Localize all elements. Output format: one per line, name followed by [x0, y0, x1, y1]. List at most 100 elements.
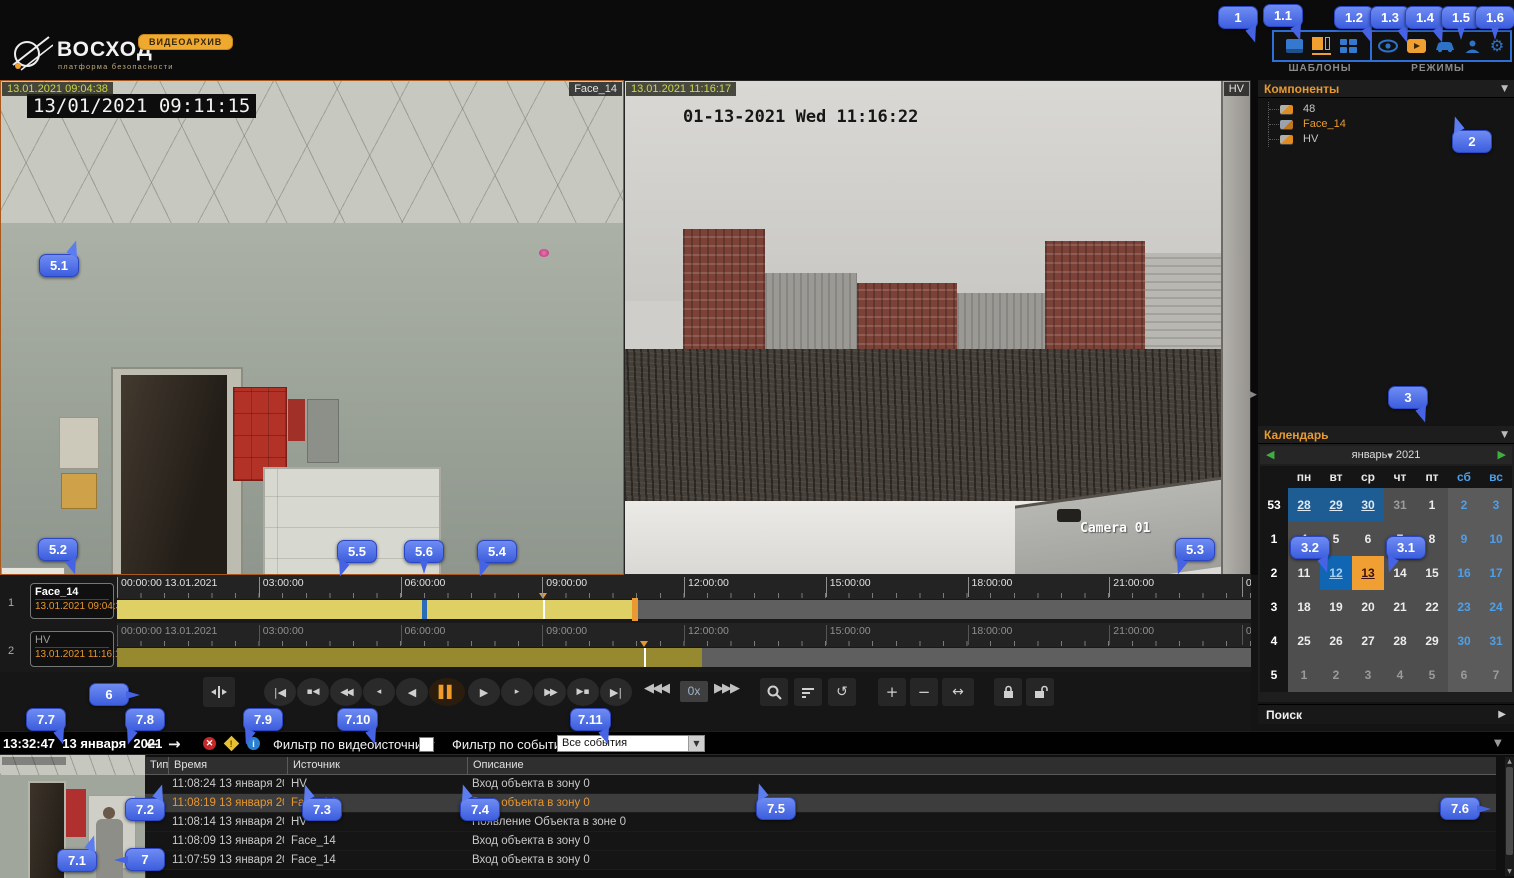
event-filter-dropdown[interactable]: Все события ▼	[557, 735, 705, 752]
tree-item-48[interactable]: 48	[1268, 102, 1508, 117]
calendar-day[interactable]: 19	[1320, 590, 1352, 624]
settings-gear-icon[interactable]: ⚙	[1490, 39, 1504, 53]
column-header-type[interactable]: Тип	[145, 757, 168, 774]
calendar-day[interactable]: 26	[1320, 624, 1352, 658]
panel-collapse-icon[interactable]: ▶	[1250, 390, 1257, 400]
playhead-line[interactable]	[644, 648, 646, 667]
calendar-day[interactable]: 28	[1384, 624, 1416, 658]
calendar-day[interactable]: 11	[1288, 556, 1320, 590]
filter-source-checkbox[interactable]	[419, 737, 434, 752]
calendar-day[interactable]: 25	[1288, 624, 1320, 658]
fast-forward-button[interactable]: ▶▶	[534, 678, 566, 706]
calendar-day[interactable]: 30	[1352, 488, 1384, 522]
calendar-day[interactable]: 1	[1288, 658, 1320, 692]
next-fragment-button[interactable]: ▶▪	[567, 678, 599, 706]
calendar-day[interactable]: 2	[1320, 658, 1352, 692]
reset-view-button[interactable]: ↺	[828, 678, 856, 706]
timeline-track-1[interactable]	[117, 600, 1251, 619]
calendar-day[interactable]: 10	[1480, 522, 1512, 556]
column-header-source[interactable]: Источник	[287, 757, 467, 774]
timeline-ruler-1[interactable]: 00:00:00 13.01.202103:00:0006:00:0009:00…	[117, 575, 1251, 599]
step-forward-button[interactable]: ▸	[501, 678, 533, 706]
calendar-day[interactable]: 6	[1448, 658, 1480, 692]
lock-button[interactable]	[994, 678, 1022, 706]
event-row[interactable]: 11:08:14 13 января 2021HVПоявление Объек…	[145, 813, 1496, 832]
layout-dual-icon[interactable]	[1312, 37, 1331, 55]
pause-button[interactable]: ▌▌	[429, 678, 465, 706]
scroll-up-icon[interactable]: ▲	[1505, 758, 1514, 765]
scrollbar-thumb[interactable]	[1506, 767, 1513, 855]
speed-faster-button[interactable]: ▶▶▶	[714, 681, 738, 696]
calendar-day[interactable]: 29	[1320, 488, 1352, 522]
dropdown-arrow-icon[interactable]: ▼	[688, 736, 704, 751]
step-back-button[interactable]: ◂	[363, 678, 395, 706]
calendar-day[interactable]: 30	[1448, 624, 1480, 658]
calendar-day[interactable]: 3	[1480, 488, 1512, 522]
layout-quad-icon[interactable]	[1340, 39, 1357, 53]
panel-divider[interactable]: ▶	[1251, 80, 1258, 575]
calendar-day[interactable]: 1	[1416, 488, 1448, 522]
jump-to-end-button[interactable]: ▶|	[600, 678, 632, 706]
timeline-row2-label[interactable]: HV 13.01.2021 11:16:17	[30, 631, 114, 667]
calendar-day[interactable]: 7	[1480, 658, 1512, 692]
components-panel-header[interactable]: ▼ Компоненты	[1258, 80, 1514, 98]
search-section-header[interactable]: ▶ Поиск	[1258, 704, 1514, 724]
fit-width-button[interactable]: ↔	[942, 678, 974, 706]
calendar-year[interactable]: 2021	[1396, 449, 1420, 461]
calendar-day[interactable]: 27	[1352, 624, 1384, 658]
calendar-day[interactable]: 28	[1288, 488, 1320, 522]
panel-dropdown-icon[interactable]: ▼	[1494, 738, 1502, 749]
calendar-day[interactable]: 4	[1384, 658, 1416, 692]
camera-tile-face14[interactable]: 13.01.2021 09:04:38 Face_14 13/01/2021 0…	[0, 80, 624, 575]
layout-single-icon[interactable]	[1286, 39, 1303, 53]
live-view-eye-icon[interactable]	[1378, 39, 1398, 53]
event-row[interactable]: 11:07:59 13 января 2021Face_14Вход объек…	[145, 851, 1496, 870]
rewind-button[interactable]: ◀◀	[330, 678, 362, 706]
warning-filter-icon[interactable]: !	[224, 736, 240, 752]
zoom-out-button[interactable]: −	[910, 678, 938, 706]
calendar-day[interactable]: 18	[1288, 590, 1320, 624]
playhead-line[interactable]	[543, 600, 545, 619]
jump-to-start-button[interactable]: |◀	[264, 678, 296, 706]
calendar-day[interactable]: 9	[1448, 522, 1480, 556]
events-scrollbar[interactable]: ▲ ▼	[1505, 757, 1514, 876]
month-dropdown-icon[interactable]: ▼	[1387, 452, 1392, 460]
timeline-row1-label[interactable]: Face_14 13.01.2021 09:04:38	[30, 583, 114, 619]
calendar-day[interactable]: 24	[1480, 590, 1512, 624]
calendar-day[interactable]: 13	[1352, 556, 1384, 590]
prev-month-icon[interactable]: ◀	[1266, 446, 1274, 464]
prev-event-button[interactable]: ←	[146, 735, 159, 753]
next-month-icon[interactable]: ▶	[1498, 446, 1506, 464]
calendar-day[interactable]: 31	[1384, 488, 1416, 522]
search-expand-icon[interactable]: ▶	[1498, 705, 1506, 725]
play-button[interactable]: ▶	[468, 678, 500, 706]
calendar-day[interactable]: 17	[1480, 556, 1512, 590]
event-marks-button[interactable]	[794, 678, 822, 706]
calendar-day[interactable]: 22	[1416, 590, 1448, 624]
calendar-day[interactable]: 15	[1416, 556, 1448, 590]
calendar-day[interactable]: 16	[1448, 556, 1480, 590]
calendar-day[interactable]: 29	[1416, 624, 1448, 658]
column-header-time[interactable]: Время	[168, 757, 287, 774]
timeline-ruler-2[interactable]: 00:00:00 13.01.202103:00:0006:00:0009:00…	[117, 623, 1251, 647]
operator-person-icon[interactable]	[1464, 39, 1481, 54]
calendar-day[interactable]: 31	[1480, 624, 1512, 658]
scroll-down-icon[interactable]: ▼	[1505, 868, 1514, 875]
calendar-day[interactable]: 3	[1352, 658, 1384, 692]
speed-slower-button[interactable]: ◀◀◀	[644, 681, 668, 696]
sync-playback-button[interactable]	[203, 677, 235, 707]
calendar-month[interactable]: январь	[1352, 449, 1388, 461]
calendar-day[interactable]: 2	[1448, 488, 1480, 522]
next-event-button[interactable]: →	[168, 735, 181, 753]
error-filter-icon[interactable]: ✕	[203, 737, 216, 750]
event-row[interactable]: 11:08:19 13 января 2021Face_14Вход объек…	[145, 794, 1496, 813]
calendar-day[interactable]: 5	[1416, 658, 1448, 692]
unlock-button[interactable]	[1026, 678, 1054, 706]
event-row[interactable]: 11:08:24 13 января 2021HVВход объекта в …	[145, 775, 1496, 794]
calendar-day[interactable]: 23	[1448, 590, 1480, 624]
calendar-collapse-icon[interactable]: ▼	[1501, 426, 1508, 444]
play-backward-button[interactable]: ◀	[396, 678, 428, 706]
calendar-panel-header[interactable]: ▼ Календарь	[1258, 426, 1514, 444]
calendar-day[interactable]: 21	[1384, 590, 1416, 624]
camera-tile-hv[interactable]: 13.01.2021 11:16:17 HV 01-13-2021 Wed 11…	[624, 80, 1251, 575]
